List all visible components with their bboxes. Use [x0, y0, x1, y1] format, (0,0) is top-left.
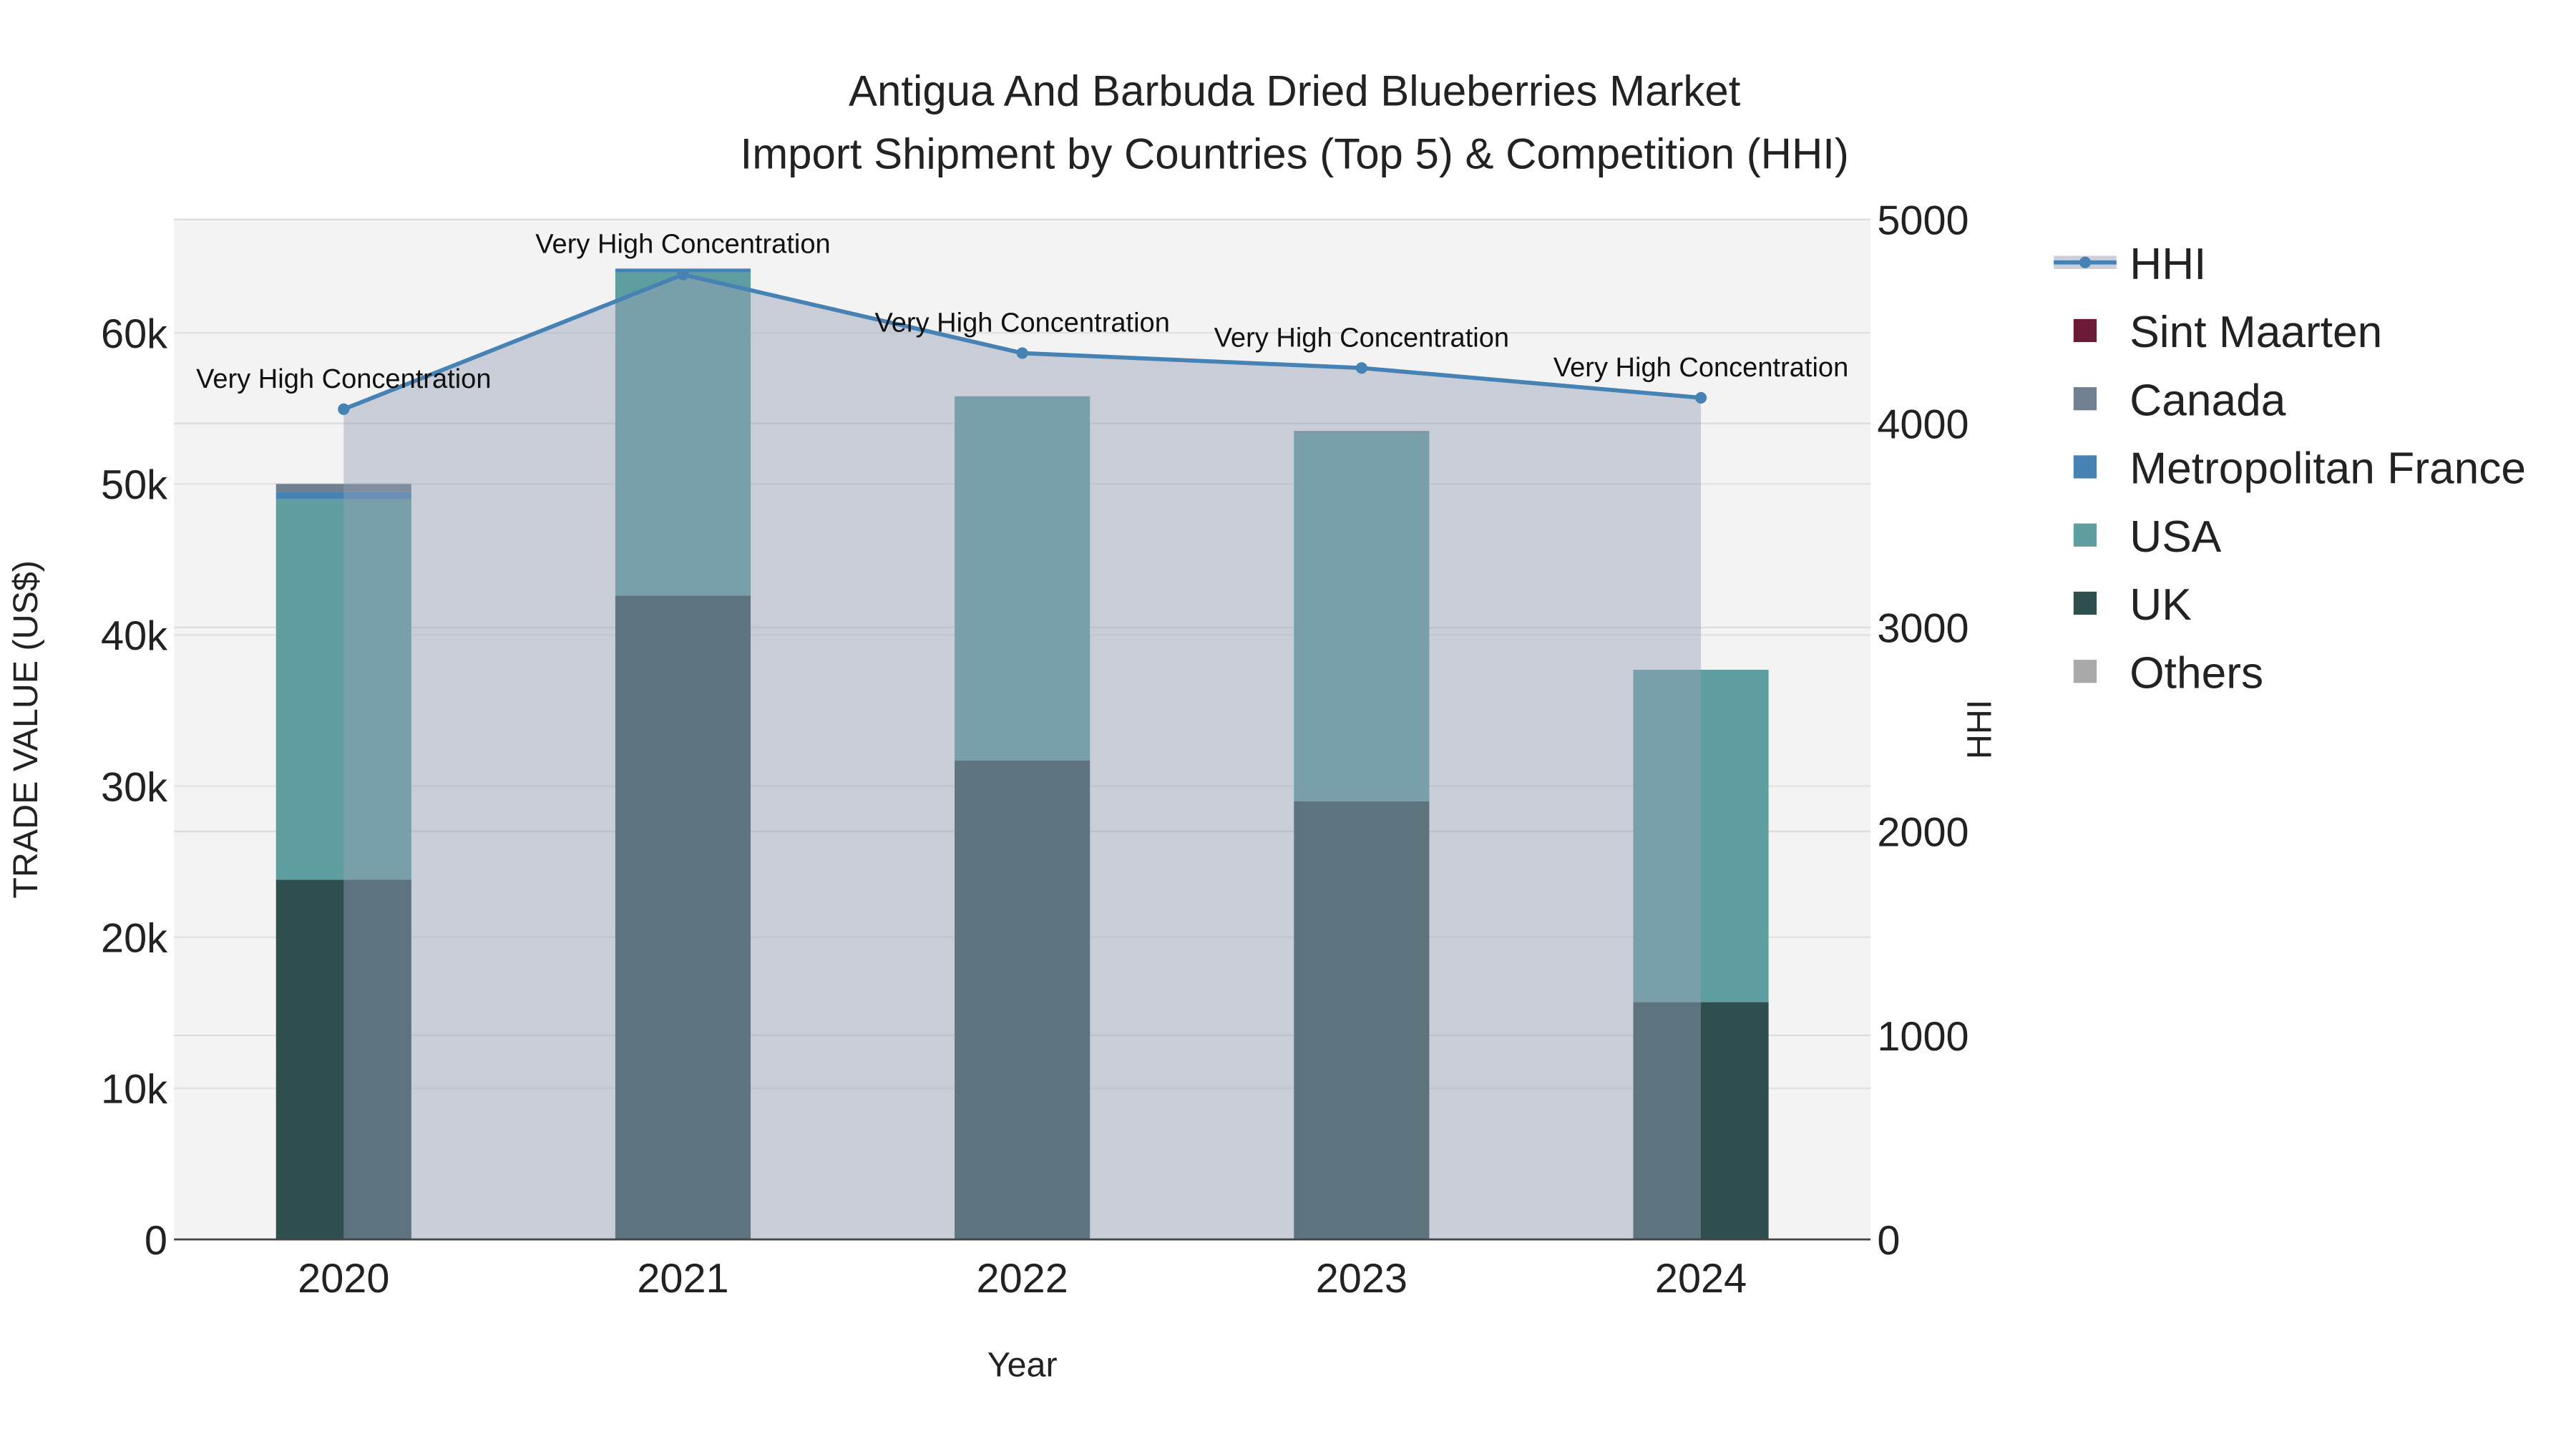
x-tick-label: 2022: [977, 1256, 1068, 1302]
hhi-point: [1355, 362, 1367, 374]
x-tick-label: 2020: [298, 1256, 389, 1302]
y-tick-label: 40k: [101, 613, 167, 659]
legend-swatch-usa: [2073, 523, 2097, 547]
legend-label: Metropolitan France: [2129, 444, 2526, 494]
y-axis-label: TRADE VALUE (US$): [6, 560, 45, 899]
legend-swatch-metropolitan-france: [2073, 455, 2097, 479]
legend-label: Others: [2129, 648, 2263, 698]
legend-swatch-uk: [2073, 591, 2097, 615]
y2-tick-label: 3000: [1877, 606, 1968, 652]
x-axis-label: Year: [987, 1346, 1058, 1385]
legend-label: HHI: [2129, 240, 2206, 289]
y-tick-label: 0: [145, 1218, 167, 1264]
hhi-annotation: Very High Concentration: [196, 364, 491, 394]
hhi-point: [1694, 391, 1707, 404]
y-tick-label: 20k: [101, 916, 167, 962]
x-tick-label: 2024: [1655, 1256, 1747, 1302]
y-tick-label: 50k: [101, 462, 167, 508]
y2-axis-label: HHI: [1961, 700, 1999, 759]
hhi-annotation: Very High Concentration: [874, 308, 1169, 338]
hhi-point: [1016, 347, 1028, 359]
legend-label: USA: [2129, 512, 2221, 562]
y2-tick-label: 2000: [1877, 810, 1968, 856]
y-tick-label: 30k: [101, 764, 167, 810]
x-tick-label: 2021: [637, 1256, 728, 1302]
chart-subtitle: Import Shipment by Countries (Top 5) & C…: [741, 130, 1849, 177]
hhi-area: [343, 274, 1702, 1240]
hhi-point: [338, 403, 350, 415]
legend-label: Sint Maarten: [2129, 308, 2382, 357]
legend-swatch-sint-maarten: [2073, 318, 2097, 343]
y2-tick-label: 5000: [1877, 198, 1968, 244]
legend-swatch-others: [2073, 660, 2097, 683]
chart-title: Antigua And Barbuda Dried Blueberries Ma…: [849, 67, 1741, 115]
y2-tick-label: 4000: [1877, 402, 1968, 448]
y-tick-label: 10k: [101, 1067, 167, 1113]
x-tick-label: 2023: [1316, 1256, 1407, 1302]
y-tick-label: 60k: [101, 311, 167, 357]
legend-label: UK: [2129, 580, 2191, 630]
y2-tick-label: 1000: [1877, 1014, 1968, 1060]
hhi-annotation: Very High Concentration: [535, 230, 830, 260]
y2-tick-label: 0: [1877, 1218, 1900, 1264]
chart: Very High Concentration Very High Concent…: [6, 67, 2526, 1385]
legend-marker-hhi: [2079, 256, 2092, 268]
legend-label: Canada: [2129, 376, 2285, 425]
hhi-annotation: Very High Concentration: [1553, 353, 1848, 383]
hhi-point: [677, 268, 689, 280]
hhi-annotation: Very High Concentration: [1214, 323, 1509, 353]
legend-swatch-canada: [2073, 387, 2097, 411]
